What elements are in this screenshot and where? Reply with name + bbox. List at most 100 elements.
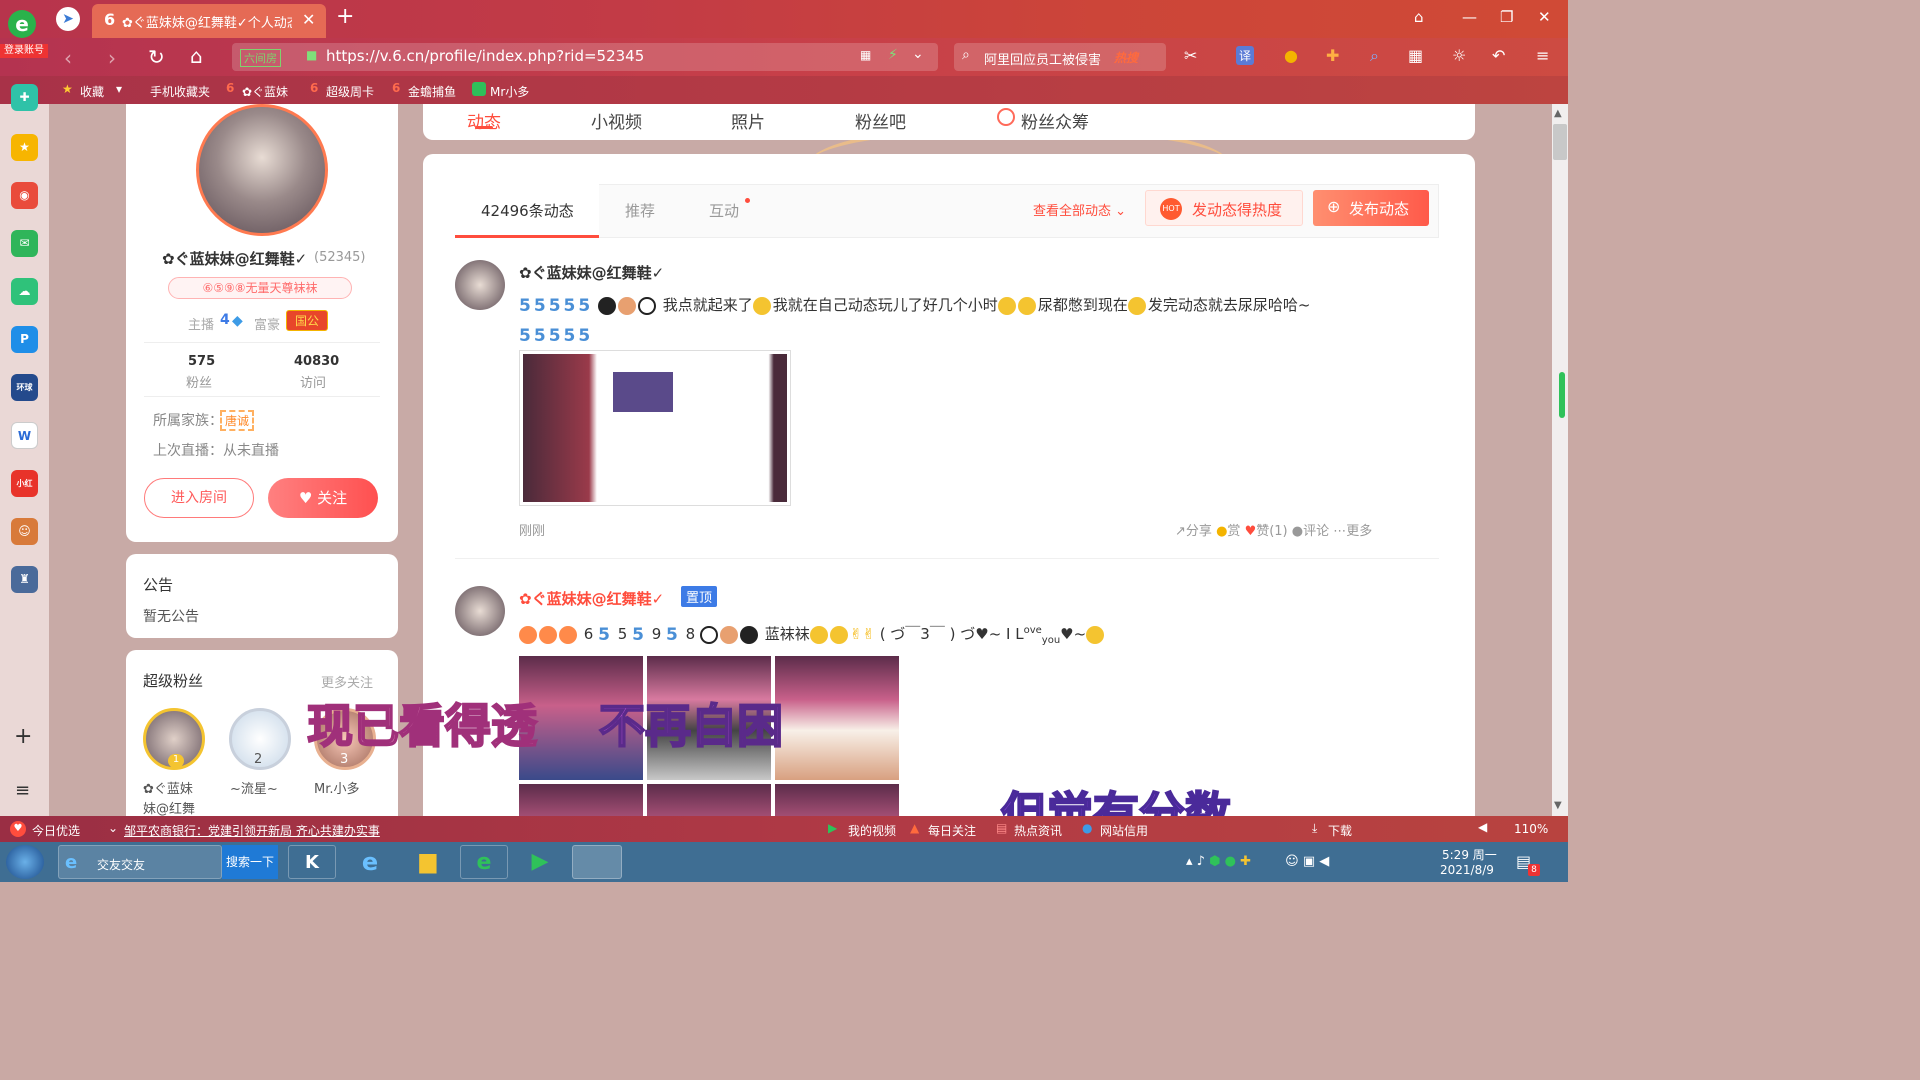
sidebar-star-icon[interactable]: ★ — [11, 134, 38, 161]
game-icon[interactable]: ✚ — [1326, 46, 1339, 65]
tray-browser-icon[interactable]: ● — [1225, 854, 1236, 869]
tray-qq-icon[interactable]: ☺ — [1285, 854, 1299, 869]
enter-room-button[interactable]: 进入房间 — [144, 478, 254, 518]
refresh-icon[interactable]: ↻ — [148, 45, 165, 69]
sidebar-word-icon[interactable]: W — [11, 422, 38, 449]
coin-icon[interactable]: ● — [1284, 46, 1298, 65]
url-input[interactable]: 六间房 ■ https://v.6.cn/profile/index.php?r… — [232, 43, 938, 71]
post-1-avatar[interactable] — [455, 260, 505, 310]
url-dropdown-icon[interactable]: ⌄ — [912, 46, 924, 62]
hot-news[interactable]: 热点资讯 — [1014, 822, 1062, 839]
feed-tab-interact[interactable]: 互动 — [709, 200, 739, 221]
comment-icon[interactable]: ● — [1292, 524, 1303, 539]
tray-plus-icon[interactable]: ✚ — [1240, 854, 1251, 869]
fav-fishing[interactable]: 金蟾捕鱼 — [408, 83, 456, 100]
sidebar-mail-icon[interactable]: ✉ — [11, 230, 38, 257]
site-credit[interactable]: 网站信用 — [1100, 822, 1148, 839]
clock-time[interactable]: 5:29 周一 — [1442, 846, 1497, 863]
taskbar-player-icon[interactable]: ▶ — [516, 845, 564, 879]
skin-icon[interactable]: ⌂ — [1414, 8, 1424, 26]
restore-icon[interactable]: ❐ — [1500, 8, 1513, 26]
scroll-down-icon[interactable]: ▼ — [1554, 800, 1562, 811]
fav-profile[interactable]: ✿ぐ蓝妹 — [242, 83, 288, 100]
tab-short-video[interactable]: 小视频 — [591, 108, 642, 133]
news-ticker[interactable]: 邹平农商银行：党建引领开新局 齐心共建办实事 — [124, 822, 380, 839]
more-icon[interactable]: ⋯ — [1333, 524, 1346, 539]
share-button[interactable]: 分享 — [1186, 524, 1212, 539]
post-2-author[interactable]: ✿ぐ蓝妹妹@红舞鞋✓ — [519, 588, 664, 609]
lightning-icon[interactable]: ⚡ — [888, 47, 898, 63]
post-2-image-5[interactable] — [647, 784, 771, 816]
search-input[interactable]: ⌕ 阿里回应员工被侵害 热搜 — [954, 43, 1166, 71]
today-pick[interactable]: 今日优选 — [32, 822, 80, 839]
close-window-icon[interactable]: ✕ — [1538, 8, 1551, 26]
feed-tab-all[interactable]: 42496条动态 — [455, 184, 599, 238]
scissors-icon[interactable]: ✂ — [1184, 46, 1197, 65]
home-icon[interactable]: ⌂ — [190, 44, 203, 68]
scroll-up-icon[interactable]: ▲ — [1554, 108, 1562, 119]
post-2-image-3[interactable] — [775, 656, 899, 780]
qr-icon[interactable]: ▦ — [860, 48, 871, 62]
sidebar-avatar-icon[interactable]: ☺ — [11, 518, 38, 545]
tray-bell-icon[interactable]: ♪ — [1197, 854, 1205, 869]
forward-icon[interactable]: › — [108, 46, 116, 70]
start-button[interactable] — [6, 845, 44, 879]
fan-name-3[interactable]: Mr.小多 — [314, 778, 360, 797]
sidebar-list-icon[interactable]: ≡ — [15, 780, 30, 801]
menu-icon[interactable]: ≡ — [1536, 46, 1549, 65]
follow-button[interactable]: ♥ 关注 — [268, 478, 378, 518]
hot-post-button[interactable]: HOT 发动态得热度 — [1145, 190, 1303, 226]
sidebar-p-icon[interactable]: P — [11, 326, 38, 353]
clock-date[interactable]: 2021/8/9 — [1440, 863, 1494, 877]
tray-network-icon[interactable]: ▣ — [1303, 854, 1315, 869]
tray-volume-icon[interactable]: ◀ — [1319, 854, 1329, 869]
grid-icon[interactable]: ▦ — [1408, 46, 1423, 65]
tab-dynamics[interactable]: 动态 — [467, 108, 501, 133]
page-scrollbar[interactable]: ▲ ▼ — [1552, 104, 1568, 816]
post-1-author[interactable]: ✿ぐ蓝妹妹@红舞鞋✓ — [519, 262, 664, 283]
family-badge[interactable]: 唐诚 — [220, 410, 255, 431]
tray-shield-icon[interactable]: ⬢ — [1209, 854, 1220, 869]
new-tab-button[interactable]: + — [336, 4, 354, 29]
find-icon[interactable]: ⌕ — [1370, 46, 1379, 66]
taskbar-ie-window[interactable]: e 交友交友 — [58, 845, 222, 879]
fav-mobile[interactable]: 手机收藏夹 — [150, 83, 210, 100]
browser-logo-icon[interactable]: e — [8, 10, 42, 40]
fav-mrxd[interactable]: Mr小多 — [490, 83, 529, 100]
tray-up-icon[interactable]: ▴ — [1186, 854, 1193, 869]
like-button[interactable]: 赞(1) — [1256, 524, 1287, 539]
undo-icon[interactable]: ↶ — [1492, 46, 1505, 65]
taskbar-search[interactable]: 搜索一下 — [222, 845, 278, 879]
post-1-image[interactable] — [519, 350, 791, 506]
fan-name-1b[interactable]: 妹@红舞 — [143, 798, 195, 816]
reward-icon[interactable]: ● — [1216, 524, 1227, 539]
nav-compass-icon[interactable]: ➤ — [56, 7, 80, 31]
my-video[interactable]: 我的视频 — [848, 822, 896, 839]
reward-button[interactable]: 赏 — [1227, 524, 1240, 539]
like-icon[interactable]: ♥ — [1245, 524, 1257, 539]
fav-collect[interactable]: 收藏 — [80, 83, 104, 100]
profile-avatar[interactable] — [196, 104, 328, 236]
view-all-dropdown[interactable]: 查看全部动态 ⌄ — [1033, 200, 1126, 219]
fans-count[interactable]: 575 — [188, 354, 215, 369]
sidebar-castle-icon[interactable]: ♜ — [11, 566, 38, 593]
taskbar-app-icon[interactable] — [572, 845, 622, 879]
post-2-image-4[interactable] — [519, 784, 643, 816]
sidebar-cloud-icon[interactable]: ☁ — [11, 278, 38, 305]
sidebar-add-icon[interactable]: + — [14, 724, 32, 749]
back-icon[interactable]: ‹ — [64, 46, 72, 70]
taskbar-ie-icon[interactable]: e — [346, 845, 394, 879]
fav-dropdown-icon[interactable]: ▾ — [116, 82, 122, 96]
minimize-icon[interactable]: — — [1462, 8, 1477, 26]
download[interactable]: 下载 — [1328, 822, 1352, 839]
sidebar-weibo-icon[interactable]: ◉ — [11, 182, 38, 209]
post-2-image-6[interactable] — [775, 784, 899, 816]
brightness-icon[interactable]: ☼ — [1452, 46, 1466, 65]
translate-button[interactable]: 译 — [1236, 46, 1255, 65]
more-button[interactable]: 更多 — [1346, 524, 1372, 539]
daily-focus[interactable]: 每日关注 — [928, 822, 976, 839]
browser-tab-active[interactable]: 6 ✿ぐ蓝妹妹@红舞鞋✓个人动态 ✕ — [92, 4, 326, 38]
scroll-thumb[interactable] — [1553, 124, 1567, 160]
login-badge[interactable]: 登录账号 — [0, 44, 48, 58]
tab-crowdfund[interactable]: 粉丝众筹 — [1021, 108, 1089, 133]
